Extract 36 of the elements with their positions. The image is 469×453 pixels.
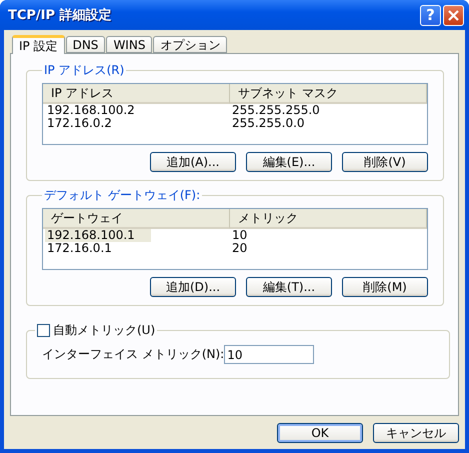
close-icon bbox=[448, 10, 459, 20]
table-cell[interactable]: 10 bbox=[230, 229, 250, 242]
column-header[interactable]: メトリック bbox=[230, 209, 427, 229]
group-label: IP アドレス(R) bbox=[43, 62, 126, 79]
list-view[interactable]: ゲートウェイ メトリック 192.168.100.1 10 172.16.0.1 20 bbox=[42, 208, 428, 270]
action-button[interactable]: 編集(E)... bbox=[246, 152, 332, 172]
action-button[interactable]: 削除(M) bbox=[342, 277, 428, 297]
checkbox[interactable] bbox=[37, 324, 50, 337]
group-label: デフォルト ゲートウェイ(F): bbox=[43, 187, 202, 204]
table-cell[interactable]: 172.16.0.2 bbox=[45, 117, 114, 130]
column-header[interactable]: ゲートウェイ bbox=[43, 209, 230, 229]
field-label: インターフェイス メトリック(N): bbox=[42, 346, 224, 363]
action-button[interactable]: 追加(A)... bbox=[150, 152, 236, 172]
table-cell[interactable]: 192.168.100.1 bbox=[45, 229, 151, 242]
action-button[interactable]: 編集(T)... bbox=[246, 277, 332, 297]
help-button[interactable]: ? bbox=[420, 4, 441, 26]
input-field[interactable]: 10 bbox=[224, 345, 314, 364]
table-cell[interactable]: 192.168.100.2 bbox=[45, 104, 137, 117]
list-view[interactable]: IP アドレス サブネット マスク 192.168.100.2 255.255.255.0 172.16.0.2 255.255.0.0 bbox=[42, 83, 428, 145]
table-cell[interactable]: 255.255.255.0 bbox=[230, 104, 322, 117]
dialog-button[interactable]: キャンセル bbox=[373, 423, 459, 443]
table-cell[interactable]: 20 bbox=[230, 242, 250, 255]
action-button[interactable]: 追加(D)... bbox=[150, 277, 236, 297]
tab[interactable]: IP 設定 bbox=[12, 35, 65, 54]
close-button[interactable] bbox=[443, 4, 464, 26]
action-button[interactable]: 削除(V) bbox=[342, 152, 428, 172]
table-cell[interactable]: 255.255.0.0 bbox=[230, 117, 307, 130]
checkbox-label[interactable]: 自動メトリック(U) bbox=[53, 322, 156, 339]
column-header[interactable]: サブネット マスク bbox=[230, 84, 427, 104]
tab[interactable]: DNS bbox=[66, 36, 106, 53]
table-cell[interactable]: 172.16.0.1 bbox=[45, 242, 114, 255]
tab[interactable]: オプション bbox=[153, 36, 228, 53]
column-header[interactable]: IP アドレス bbox=[43, 84, 230, 104]
tab[interactable]: WINS bbox=[106, 36, 152, 53]
dialog-button[interactable]: OK bbox=[277, 423, 363, 443]
window-title: TCP/IP 詳細設定 bbox=[8, 6, 112, 24]
